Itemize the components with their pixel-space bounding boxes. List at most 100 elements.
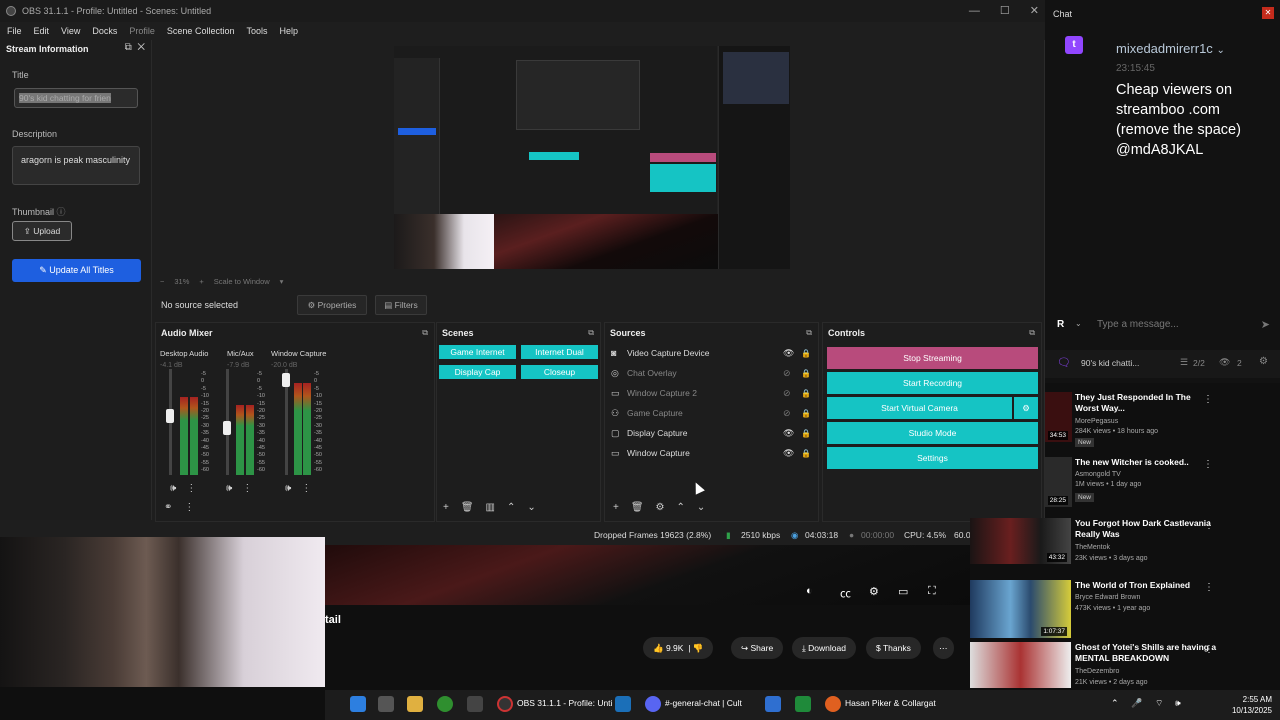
chevron-down-icon[interactable]: ⌄	[527, 502, 535, 513]
dock-float-icon[interactable]: ⧉	[806, 328, 812, 338]
filters-button[interactable]: ▤ Filters	[375, 295, 427, 315]
chevron-down-icon[interactable]: ⌄	[1075, 319, 1082, 328]
description-field[interactable]: aragorn is peak masculinity	[12, 146, 140, 185]
xbox-icon[interactable]	[437, 696, 453, 712]
mic-icon[interactable]: 🎤	[1131, 698, 1142, 709]
menu-profile[interactable]: Profile	[129, 22, 155, 40]
source-item[interactable]: ▭ Window Capture 2 ⊘ 🔒	[611, 383, 811, 403]
recommendation-thumbnail[interactable]	[970, 642, 1071, 688]
source-item[interactable]: ▢ Display Capture 👁 🔒	[611, 423, 811, 443]
source-item[interactable]: ▭ Window Capture 👁 🔒	[611, 443, 811, 463]
recommendation-channel[interactable]: MorePegasus	[1075, 418, 1118, 425]
volume-icon[interactable]: 🕪	[1175, 698, 1181, 709]
recommendation-thumbnail[interactable]: 28:25	[1045, 457, 1072, 507]
recommendation-thumbnail[interactable]: 1:07:37	[970, 580, 1071, 638]
scene-display-cap[interactable]: Display Cap	[439, 365, 516, 379]
eye-icon[interactable]: 👁	[783, 428, 794, 439]
volume-slider[interactable]	[223, 369, 231, 475]
recommendation-thumbnail[interactable]: 34:53	[1045, 392, 1072, 442]
recommendation-item[interactable]: 43:32 You Forgot How Dark Castlevania Re…	[970, 518, 1280, 564]
tray-chevron-icon[interactable]: ⌃	[1111, 698, 1119, 709]
chevron-down-icon[interactable]: ⌄	[697, 502, 705, 513]
wifi-icon[interactable]: ⌔	[1155, 698, 1163, 709]
thanks-button[interactable]: $ Thanks	[866, 637, 921, 659]
trash-icon[interactable]: 🗑	[631, 502, 644, 513]
gear-icon[interactable]: ⚙	[1259, 356, 1268, 367]
zoom-in-icon[interactable]: +	[199, 277, 203, 286]
recommendation-channel[interactable]: Asmongold TV	[1075, 471, 1121, 478]
kebab-menu-icon[interactable]: ⋮	[1204, 520, 1214, 531]
filter-icon[interactable]: ▥	[486, 502, 495, 513]
chat-input[interactable]: Type a message...	[1097, 319, 1179, 330]
lock-icon[interactable]: 🔒	[801, 389, 811, 398]
discord-icon[interactable]	[645, 696, 661, 712]
recommendation-thumbnail[interactable]: 43:32	[970, 518, 1071, 564]
dock-float-icon[interactable]: ⧉	[422, 328, 428, 338]
scene-closeup[interactable]: Closeup	[521, 365, 598, 379]
recommendation-item[interactable]: Ghost of Yotei's Shills are having a MEN…	[970, 642, 1280, 688]
recommendation-item[interactable]: 28:25 The new Witcher is cooked.. Asmong…	[1045, 457, 1280, 517]
recommendation-title[interactable]: The new Witcher is cooked..	[1075, 457, 1205, 468]
recommendation-title[interactable]: You Forgot How Dark Castlevania Really W…	[1075, 518, 1225, 540]
discord-taskbar-item[interactable]: #-general-chat | Cult	[665, 698, 742, 708]
notepad-icon[interactable]	[765, 696, 781, 712]
gear-icon[interactable]: ⚙	[869, 585, 879, 598]
add-icon[interactable]: +	[613, 502, 619, 513]
scene-internet-dual[interactable]: Internet Dual	[521, 345, 598, 359]
controller-icon[interactable]	[467, 696, 483, 712]
lock-icon[interactable]: 🔒	[801, 449, 811, 458]
volume-slider[interactable]	[282, 369, 290, 475]
volume-knob[interactable]	[166, 409, 174, 423]
menu-file[interactable]: File	[7, 22, 22, 40]
zoom-out-icon[interactable]: −	[160, 277, 164, 286]
firefox-icon[interactable]	[825, 696, 841, 712]
recommendation-item[interactable]: 1:07:37 The World of Tron Explained Bryc…	[970, 580, 1280, 638]
kebab-menu-icon[interactable]: ⋮	[184, 502, 194, 513]
lock-icon[interactable]: 🔒	[801, 409, 811, 418]
lock-icon[interactable]: 🔒	[801, 429, 811, 438]
kebab-menu-icon[interactable]: ⋮	[1204, 644, 1214, 655]
recommendation-item[interactable]: 34:53 They Just Responded In The Worst W…	[1045, 392, 1280, 452]
source-item[interactable]: ⚇ Game Capture ⊘ 🔒	[611, 403, 811, 423]
app-icon[interactable]	[378, 696, 394, 712]
settings-button[interactable]: Settings	[827, 447, 1038, 469]
recommendation-channel[interactable]: Bryce Edward Brown	[1075, 594, 1140, 601]
chevron-up-icon[interactable]: ⌃	[507, 502, 515, 513]
menu-tools[interactable]: Tools	[246, 22, 267, 40]
scale-mode[interactable]: Scale to Window	[214, 277, 270, 286]
menu-scene-collection[interactable]: Scene Collection	[167, 22, 235, 40]
fullscreen-icon[interactable]: ⛶	[928, 585, 936, 598]
start-icon[interactable]	[350, 696, 366, 712]
recommendation-title[interactable]: The World of Tron Explained	[1075, 580, 1225, 591]
menu-help[interactable]: Help	[279, 22, 298, 40]
captions-icon[interactable]: ㏄	[840, 585, 851, 601]
obs-icon[interactable]	[497, 696, 513, 712]
volume-knob[interactable]	[223, 421, 231, 435]
chevron-down-icon[interactable]: ▾	[280, 277, 284, 286]
kebab-menu-icon[interactable]: ⋮	[1204, 582, 1214, 593]
title-field[interactable]: 90's kid chatting for frien	[14, 88, 138, 108]
steam-icon[interactable]	[615, 696, 631, 712]
volume-slider[interactable]	[166, 369, 174, 475]
studio-mode-button[interactable]: Studio Mode	[827, 422, 1038, 444]
file-explorer-icon[interactable]	[407, 696, 423, 712]
share-button[interactable]: ↪ Share	[731, 637, 784, 659]
chevron-up-icon[interactable]: ⌃	[677, 502, 685, 513]
autoplay-toggle[interactable]: ◐	[806, 585, 813, 597]
lock-icon[interactable]: 🔒	[801, 349, 811, 358]
menu-view[interactable]: View	[61, 22, 80, 40]
eye-hidden-icon[interactable]: ⊘	[783, 368, 791, 379]
add-icon[interactable]: +	[443, 502, 449, 513]
eye-hidden-icon[interactable]: ⊘	[783, 408, 791, 419]
scene-game-internet[interactable]: Game Internet	[439, 345, 516, 359]
excel-icon[interactable]	[795, 696, 811, 712]
update-all-titles-button[interactable]: ✎ Update All Titles	[12, 259, 141, 282]
trash-icon[interactable]: 🗑	[461, 502, 474, 513]
recommendation-title[interactable]: They Just Responded In The Worst Way...	[1075, 392, 1205, 414]
like-button[interactable]: 👍 9.9K | 👎	[643, 637, 714, 659]
close-icon[interactable]: ✕	[1030, 0, 1039, 22]
account-badge[interactable]: R	[1057, 319, 1064, 330]
start-recording-button[interactable]: Start Recording	[827, 372, 1038, 394]
maximize-icon[interactable]: ☐	[1000, 0, 1010, 22]
info-icon[interactable]: ⓘ	[57, 207, 66, 217]
